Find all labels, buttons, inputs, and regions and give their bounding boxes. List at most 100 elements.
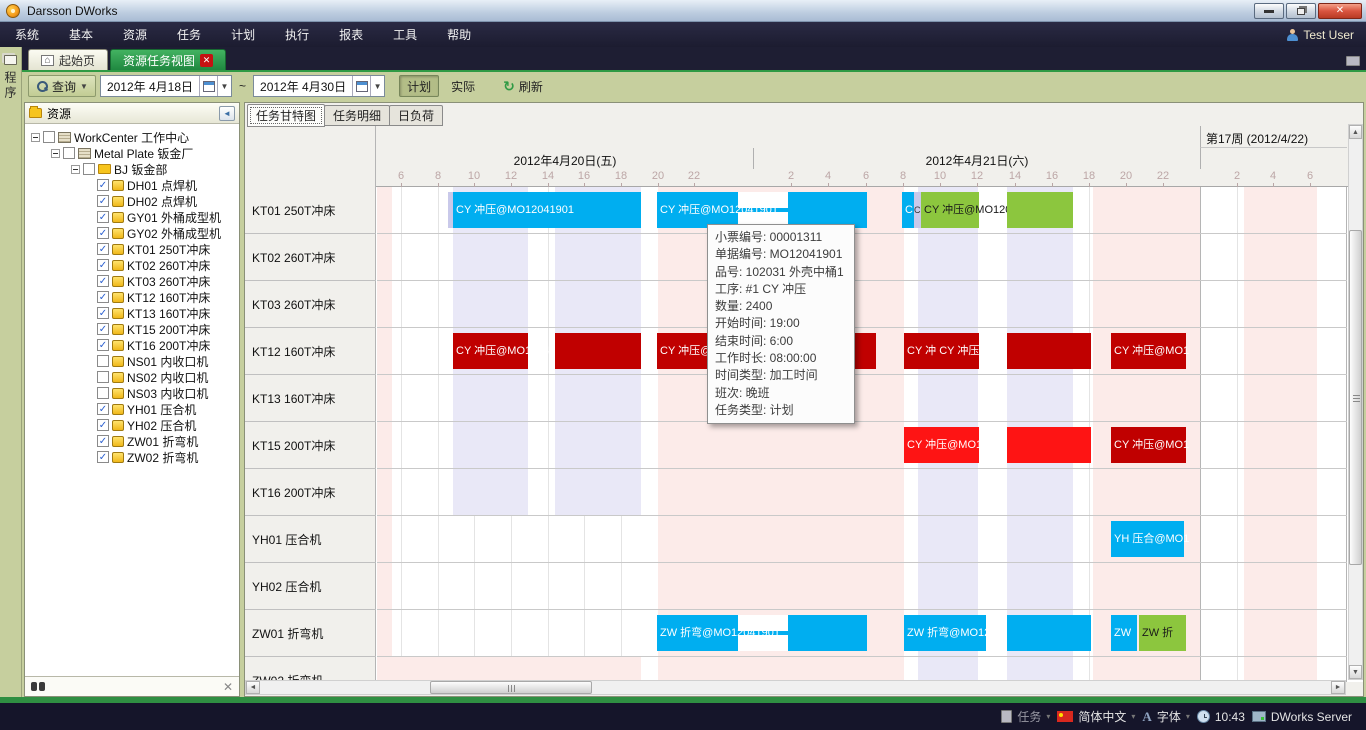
task-bar[interactable]: ZW 折 — [1139, 615, 1186, 651]
tree-node[interactable]: ✓KT12 160T冲床 — [25, 289, 239, 305]
task-bar[interactable]: CY 冲压@MO12041904 — [453, 333, 528, 369]
task-bar[interactable]: ZW 折弯@MO12041901 — [904, 615, 986, 651]
view-tab[interactable]: 任务甘特图 — [247, 104, 325, 127]
tree-node[interactable]: ✓DH01 点焊机 — [25, 177, 239, 193]
tree-checkbox[interactable]: ✓ — [97, 339, 109, 351]
plan-toggle-button[interactable]: 计划 — [399, 75, 439, 97]
vertical-scrollbar[interactable]: ▲ ▼ — [1348, 124, 1363, 680]
calendar-icon[interactable] — [199, 76, 217, 96]
restore-button[interactable] — [1286, 3, 1316, 19]
tree-checkbox[interactable] — [43, 131, 55, 143]
menu-item[interactable]: 基本 — [54, 22, 108, 47]
horizontal-scrollbar-thumb[interactable] — [430, 681, 592, 694]
user-indicator[interactable]: Test User — [1287, 22, 1354, 47]
close-button[interactable]: ✕ — [1318, 3, 1362, 19]
tree-checkbox[interactable] — [63, 147, 75, 159]
tree-checkbox[interactable]: ✓ — [97, 195, 109, 207]
minimize-button[interactable]: ▬ — [1254, 3, 1284, 19]
tree-checkbox[interactable]: ✓ — [97, 451, 109, 463]
tree-checkbox[interactable]: ✓ — [97, 243, 109, 255]
tree-node[interactable]: ✓ZW02 折弯机 — [25, 449, 239, 465]
menu-item[interactable]: 执行 — [270, 22, 324, 47]
task-bar[interactable]: C — [914, 192, 921, 228]
calendar-icon[interactable] — [352, 76, 370, 96]
tree-find-bar[interactable]: ✕ — [25, 676, 239, 696]
task-bar[interactable]: YH 压合@MO1 — [1111, 521, 1184, 557]
tab-resource-task-view[interactable]: 资源任务视图 ✕ — [110, 49, 226, 70]
date-from-picker[interactable]: 2012年 4月18日 ▼ — [100, 75, 232, 97]
task-bar[interactable]: CY 冲压@MO12041901 — [453, 192, 641, 228]
tree-node[interactable]: BJ 钣金部 — [25, 161, 239, 177]
tree-node[interactable]: ✓KT02 260T冲床 — [25, 257, 239, 273]
task-bar[interactable]: ZW 折弯@MO12041901 — [657, 615, 738, 651]
tree-checkbox[interactable]: ✓ — [97, 291, 109, 303]
task-bar[interactable] — [555, 333, 641, 369]
tree-checkbox[interactable]: ✓ — [97, 259, 109, 271]
tree-checkbox[interactable]: ✓ — [97, 275, 109, 287]
menu-item[interactable]: 帮助 — [432, 22, 486, 47]
menu-item[interactable]: 工具 — [378, 22, 432, 47]
tree-checkbox[interactable] — [97, 371, 109, 383]
tab-close-icon[interactable]: ✕ — [200, 54, 213, 67]
tree-checkbox[interactable]: ✓ — [97, 179, 109, 191]
status-task-menu[interactable]: 任务 ▾ — [1001, 708, 1050, 725]
tree-checkbox[interactable]: ✓ — [97, 403, 109, 415]
tree-node[interactable]: NS01 内收口机 — [25, 353, 239, 369]
tree-expander-icon[interactable] — [71, 165, 80, 174]
tree-node[interactable]: ✓GY02 外桶成型机 — [25, 225, 239, 241]
rail-tab-label[interactable]: 程序 — [2, 71, 19, 101]
actual-toggle-button[interactable]: 实际 — [443, 75, 483, 97]
task-bar[interactable]: C — [902, 192, 914, 228]
scroll-up-button[interactable]: ▲ — [1349, 125, 1362, 139]
tree-node[interactable]: WorkCenter 工作中心 — [25, 129, 239, 145]
task-bar[interactable] — [1007, 192, 1073, 228]
tree-node[interactable]: ✓KT01 250T冲床 — [25, 241, 239, 257]
horizontal-scrollbar[interactable]: ◄ ► — [245, 680, 1346, 695]
task-bar[interactable]: CY 冲压@MO1 — [1111, 333, 1186, 369]
scroll-left-button[interactable]: ◄ — [246, 681, 260, 694]
task-bar[interactable] — [788, 615, 867, 651]
window-list-icon[interactable] — [1346, 56, 1360, 66]
tree-node[interactable]: NS02 内收口机 — [25, 369, 239, 385]
menu-item[interactable]: 计划 — [216, 22, 270, 47]
view-tab[interactable]: 日负荷 — [389, 105, 443, 126]
status-font-menu[interactable]: A 字体 ▾ — [1142, 708, 1189, 725]
tree-node[interactable]: ✓KT16 200T冲床 — [25, 337, 239, 353]
task-bar[interactable]: ZW — [1111, 615, 1137, 651]
collapse-panel-button[interactable]: ◄ — [219, 106, 235, 121]
query-button[interactable]: 查询 ▼ — [28, 75, 96, 97]
close-icon[interactable]: ✕ — [223, 680, 233, 694]
task-bar[interactable] — [1007, 427, 1091, 463]
scroll-down-button[interactable]: ▼ — [1349, 665, 1362, 679]
panel-icon[interactable] — [4, 55, 17, 65]
tree-node[interactable]: ✓YH02 压合机 — [25, 417, 239, 433]
tree-checkbox[interactable] — [83, 163, 95, 175]
scroll-right-button[interactable]: ► — [1331, 681, 1345, 694]
tree-node[interactable]: ✓DH02 点焊机 — [25, 193, 239, 209]
tree-checkbox[interactable]: ✓ — [97, 419, 109, 431]
date-to-picker[interactable]: 2012年 4月30日 ▼ — [253, 75, 385, 97]
vertical-scrollbar-thumb[interactable] — [1349, 230, 1362, 565]
tree-checkbox[interactable]: ✓ — [97, 227, 109, 239]
view-tab[interactable]: 任务明细 — [324, 105, 390, 126]
tree-node[interactable]: ✓KT13 160T冲床 — [25, 305, 239, 321]
menu-item[interactable]: 报表 — [324, 22, 378, 47]
tree-node[interactable]: ✓YH01 压合机 — [25, 401, 239, 417]
tree-checkbox[interactable] — [97, 355, 109, 367]
tree-node[interactable]: ✓KT15 200T冲床 — [25, 321, 239, 337]
tree-checkbox[interactable] — [97, 387, 109, 399]
tree-checkbox[interactable]: ✓ — [97, 307, 109, 319]
task-bar[interactable]: CY 冲压@MO12041901 — [657, 192, 738, 228]
tree-node[interactable]: ✓KT03 260T冲床 — [25, 273, 239, 289]
tab-home[interactable]: ⌂ 起始页 — [28, 49, 108, 70]
menu-item[interactable]: 系统 — [0, 22, 54, 47]
task-bar[interactable]: CY 冲压@MO12041903 — [904, 427, 979, 463]
task-bar[interactable]: CY 冲压@MO12041902 — [921, 192, 979, 228]
status-language-menu[interactable]: 简体中文 ▾ — [1057, 708, 1135, 725]
task-bar[interactable]: CY 冲压@MO1 — [1111, 427, 1186, 463]
chevron-down-icon[interactable]: ▼ — [370, 76, 384, 96]
refresh-button[interactable]: ↻ 刷新 — [495, 75, 551, 97]
task-bar[interactable] — [1007, 333, 1091, 369]
task-bar[interactable] — [1007, 615, 1091, 651]
tree-checkbox[interactable]: ✓ — [97, 211, 109, 223]
